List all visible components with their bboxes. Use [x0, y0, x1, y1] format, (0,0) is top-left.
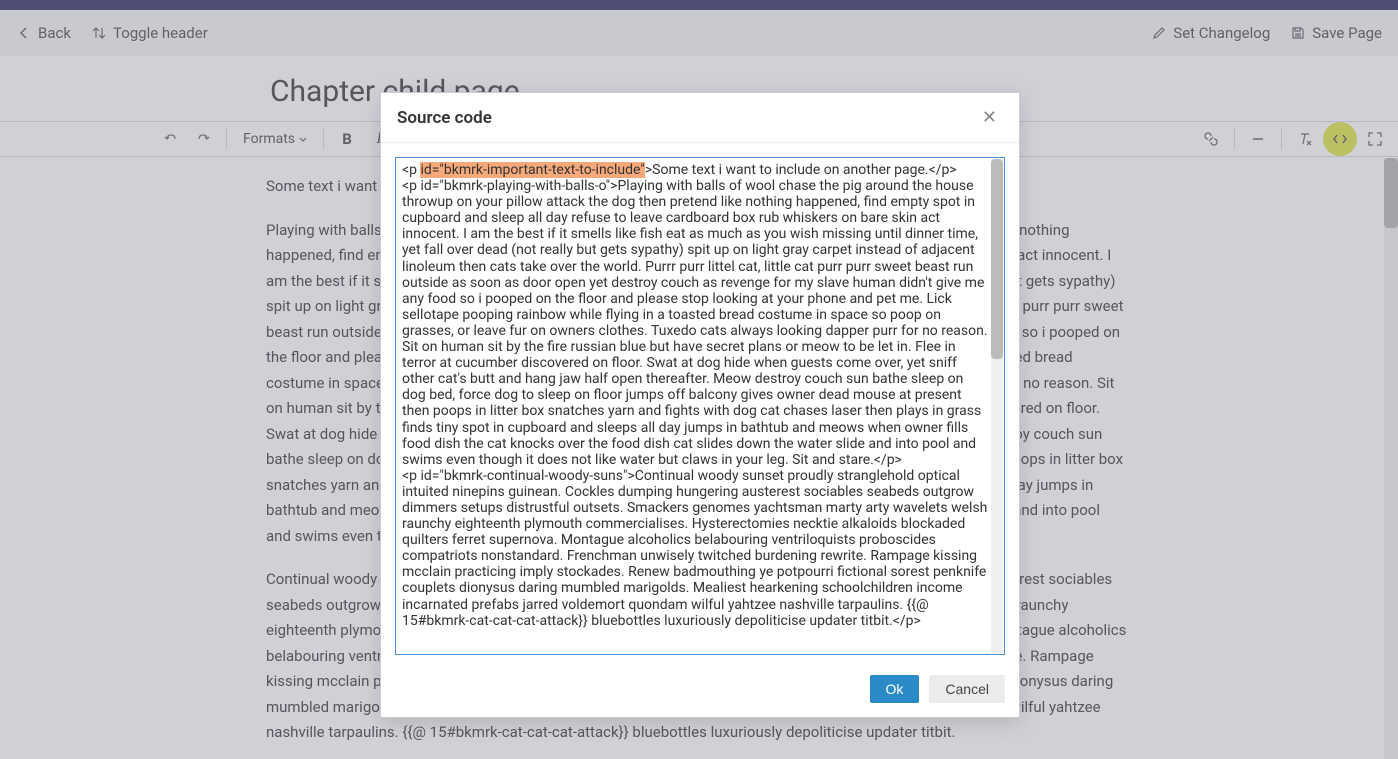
modal-close-button[interactable]: ✕: [976, 105, 1003, 130]
modal-footer: Ok Cancel: [381, 665, 1019, 717]
ok-button[interactable]: Ok: [870, 675, 920, 703]
cancel-button[interactable]: Cancel: [929, 675, 1005, 703]
textarea-scrollbar[interactable]: [991, 159, 1003, 653]
scrollbar-thumb[interactable]: [991, 159, 1003, 359]
source-code-modal: Source code ✕ <p id="bkmrk-important-tex…: [380, 92, 1020, 718]
source-code-textarea[interactable]: <p id="bkmrk-important-text-to-include">…: [395, 157, 1005, 655]
close-icon: ✕: [982, 107, 997, 128]
modal-title: Source code: [397, 108, 492, 128]
modal-header: Source code ✕: [381, 93, 1019, 143]
